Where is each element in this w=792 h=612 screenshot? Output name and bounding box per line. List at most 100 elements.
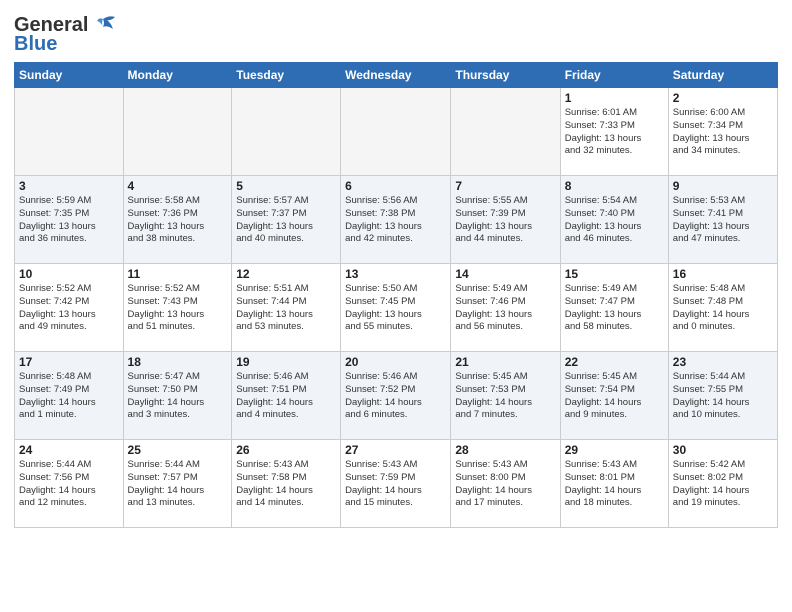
day-number: 22 [565, 355, 664, 369]
day-info: Sunrise: 5:43 AM Sunset: 8:01 PM Dayligh… [565, 459, 664, 510]
day-info: Sunrise: 5:44 AM Sunset: 7:56 PM Dayligh… [19, 459, 119, 510]
day-number: 4 [128, 179, 228, 193]
calendar-cell: 28 Sunrise: 5:43 AM Sunset: 8:00 PM Dayli… [451, 440, 560, 528]
day-number: 16 [673, 267, 773, 281]
calendar-cell: 27 Sunrise: 5:43 AM Sunset: 7:59 PM Dayli… [341, 440, 451, 528]
day-number: 6 [345, 179, 446, 193]
calendar-cell: 22 Sunrise: 5:45 AM Sunset: 7:54 PM Dayli… [560, 352, 668, 440]
calendar-cell: 20 Sunrise: 5:46 AM Sunset: 7:52 PM Dayli… [341, 352, 451, 440]
calendar-week-row: 17 Sunrise: 5:48 AM Sunset: 7:49 PM Dayli… [15, 352, 778, 440]
calendar-cell: 23 Sunrise: 5:44 AM Sunset: 7:55 PM Dayli… [668, 352, 777, 440]
day-info: Sunrise: 5:42 AM Sunset: 8:02 PM Dayligh… [673, 459, 773, 510]
calendar-header-tuesday: Tuesday [232, 63, 341, 88]
calendar-header-sunday: Sunday [15, 63, 124, 88]
logo-blue-text: Blue [14, 33, 57, 56]
calendar-cell: 3 Sunrise: 5:59 AM Sunset: 7:35 PM Daylig… [15, 176, 124, 264]
calendar-cell: 4 Sunrise: 5:58 AM Sunset: 7:36 PM Daylig… [123, 176, 232, 264]
day-info: Sunrise: 5:53 AM Sunset: 7:41 PM Dayligh… [673, 195, 773, 246]
day-info: Sunrise: 5:43 AM Sunset: 7:59 PM Dayligh… [345, 459, 446, 510]
day-number: 30 [673, 443, 773, 457]
day-info: Sunrise: 5:46 AM Sunset: 7:52 PM Dayligh… [345, 371, 446, 422]
day-info: Sunrise: 5:51 AM Sunset: 7:44 PM Dayligh… [236, 283, 336, 334]
calendar-table: SundayMondayTuesdayWednesdayThursdayFrid… [14, 62, 778, 528]
day-info: Sunrise: 5:49 AM Sunset: 7:46 PM Dayligh… [455, 283, 555, 334]
calendar-week-row: 3 Sunrise: 5:59 AM Sunset: 7:35 PM Daylig… [15, 176, 778, 264]
day-info: Sunrise: 5:52 AM Sunset: 7:43 PM Dayligh… [128, 283, 228, 334]
day-number: 11 [128, 267, 228, 281]
calendar-cell: 8Sunrise: 5:54 AM Sunset: 7:40 PM Daylig… [560, 176, 668, 264]
calendar-cell: 1 Sunrise: 6:01 AM Sunset: 7:33 PM Daylig… [560, 88, 668, 176]
calendar-week-row: 1 Sunrise: 6:01 AM Sunset: 7:33 PM Daylig… [15, 88, 778, 176]
day-number: 1 [565, 91, 664, 105]
day-number: 23 [673, 355, 773, 369]
calendar-cell: 10Sunrise: 5:52 AM Sunset: 7:42 PM Dayli… [15, 264, 124, 352]
calendar-cell: 24 Sunrise: 5:44 AM Sunset: 7:56 PM Dayli… [15, 440, 124, 528]
calendar-header-saturday: Saturday [668, 63, 777, 88]
calendar-week-row: 10Sunrise: 5:52 AM Sunset: 7:42 PM Dayli… [15, 264, 778, 352]
day-number: 26 [236, 443, 336, 457]
calendar-week-row: 24 Sunrise: 5:44 AM Sunset: 7:56 PM Dayli… [15, 440, 778, 528]
day-number: 17 [19, 355, 119, 369]
day-info: Sunrise: 5:45 AM Sunset: 7:54 PM Dayligh… [565, 371, 664, 422]
calendar-cell: 12Sunrise: 5:51 AM Sunset: 7:44 PM Dayli… [232, 264, 341, 352]
calendar-cell: 21Sunrise: 5:45 AM Sunset: 7:53 PM Dayli… [451, 352, 560, 440]
day-number: 2 [673, 91, 773, 105]
day-info: Sunrise: 5:55 AM Sunset: 7:39 PM Dayligh… [455, 195, 555, 246]
calendar-cell: 13 Sunrise: 5:50 AM Sunset: 7:45 PM Dayli… [341, 264, 451, 352]
day-info: Sunrise: 6:00 AM Sunset: 7:34 PM Dayligh… [673, 107, 773, 158]
day-info: Sunrise: 5:44 AM Sunset: 7:55 PM Dayligh… [673, 371, 773, 422]
day-info: Sunrise: 5:56 AM Sunset: 7:38 PM Dayligh… [345, 195, 446, 246]
calendar-cell: 19 Sunrise: 5:46 AM Sunset: 7:51 PM Dayli… [232, 352, 341, 440]
day-number: 14 [455, 267, 555, 281]
calendar-cell: 15 Sunrise: 5:49 AM Sunset: 7:47 PM Dayli… [560, 264, 668, 352]
day-info: Sunrise: 6:01 AM Sunset: 7:33 PM Dayligh… [565, 107, 664, 158]
calendar-cell: 30 Sunrise: 5:42 AM Sunset: 8:02 PM Dayli… [668, 440, 777, 528]
calendar-header-wednesday: Wednesday [341, 63, 451, 88]
day-number: 7 [455, 179, 555, 193]
calendar-cell [341, 88, 451, 176]
day-info: Sunrise: 5:43 AM Sunset: 8:00 PM Dayligh… [455, 459, 555, 510]
calendar-cell [232, 88, 341, 176]
header: General Blue [14, 10, 778, 56]
day-info: Sunrise: 5:49 AM Sunset: 7:47 PM Dayligh… [565, 283, 664, 334]
day-info: Sunrise: 5:48 AM Sunset: 7:49 PM Dayligh… [19, 371, 119, 422]
calendar-header-row: SundayMondayTuesdayWednesdayThursdayFrid… [15, 63, 778, 88]
day-info: Sunrise: 5:59 AM Sunset: 7:35 PM Dayligh… [19, 195, 119, 246]
calendar-header-monday: Monday [123, 63, 232, 88]
day-number: 15 [565, 267, 664, 281]
calendar-cell [123, 88, 232, 176]
logo-bird-icon [89, 15, 117, 37]
day-number: 27 [345, 443, 446, 457]
calendar-cell: 26Sunrise: 5:43 AM Sunset: 7:58 PM Dayli… [232, 440, 341, 528]
calendar-cell: 14 Sunrise: 5:49 AM Sunset: 7:46 PM Dayli… [451, 264, 560, 352]
day-number: 10 [19, 267, 119, 281]
calendar-cell: 7 Sunrise: 5:55 AM Sunset: 7:39 PM Daylig… [451, 176, 560, 264]
day-info: Sunrise: 5:46 AM Sunset: 7:51 PM Dayligh… [236, 371, 336, 422]
day-number: 20 [345, 355, 446, 369]
day-info: Sunrise: 5:47 AM Sunset: 7:50 PM Dayligh… [128, 371, 228, 422]
day-info: Sunrise: 5:58 AM Sunset: 7:36 PM Dayligh… [128, 195, 228, 246]
calendar-cell [451, 88, 560, 176]
day-number: 18 [128, 355, 228, 369]
day-number: 24 [19, 443, 119, 457]
calendar-header-thursday: Thursday [451, 63, 560, 88]
calendar-cell: 11 Sunrise: 5:52 AM Sunset: 7:43 PM Dayli… [123, 264, 232, 352]
calendar-cell: 6 Sunrise: 5:56 AM Sunset: 7:38 PM Daylig… [341, 176, 451, 264]
day-number: 9 [673, 179, 773, 193]
day-info: Sunrise: 5:45 AM Sunset: 7:53 PM Dayligh… [455, 371, 555, 422]
page: General Blue SundayMondayTuesdayWednesda… [0, 0, 792, 534]
calendar-cell: 5Sunrise: 5:57 AM Sunset: 7:37 PM Daylig… [232, 176, 341, 264]
day-info: Sunrise: 5:50 AM Sunset: 7:45 PM Dayligh… [345, 283, 446, 334]
logo: General Blue [14, 10, 117, 56]
calendar-cell [15, 88, 124, 176]
day-number: 28 [455, 443, 555, 457]
day-number: 25 [128, 443, 228, 457]
calendar-cell: 17 Sunrise: 5:48 AM Sunset: 7:49 PM Dayli… [15, 352, 124, 440]
calendar-cell: 29Sunrise: 5:43 AM Sunset: 8:01 PM Dayli… [560, 440, 668, 528]
day-number: 13 [345, 267, 446, 281]
day-info: Sunrise: 5:48 AM Sunset: 7:48 PM Dayligh… [673, 283, 773, 334]
day-number: 3 [19, 179, 119, 193]
day-number: 19 [236, 355, 336, 369]
calendar-cell: 9 Sunrise: 5:53 AM Sunset: 7:41 PM Daylig… [668, 176, 777, 264]
day-info: Sunrise: 5:54 AM Sunset: 7:40 PM Dayligh… [565, 195, 664, 246]
